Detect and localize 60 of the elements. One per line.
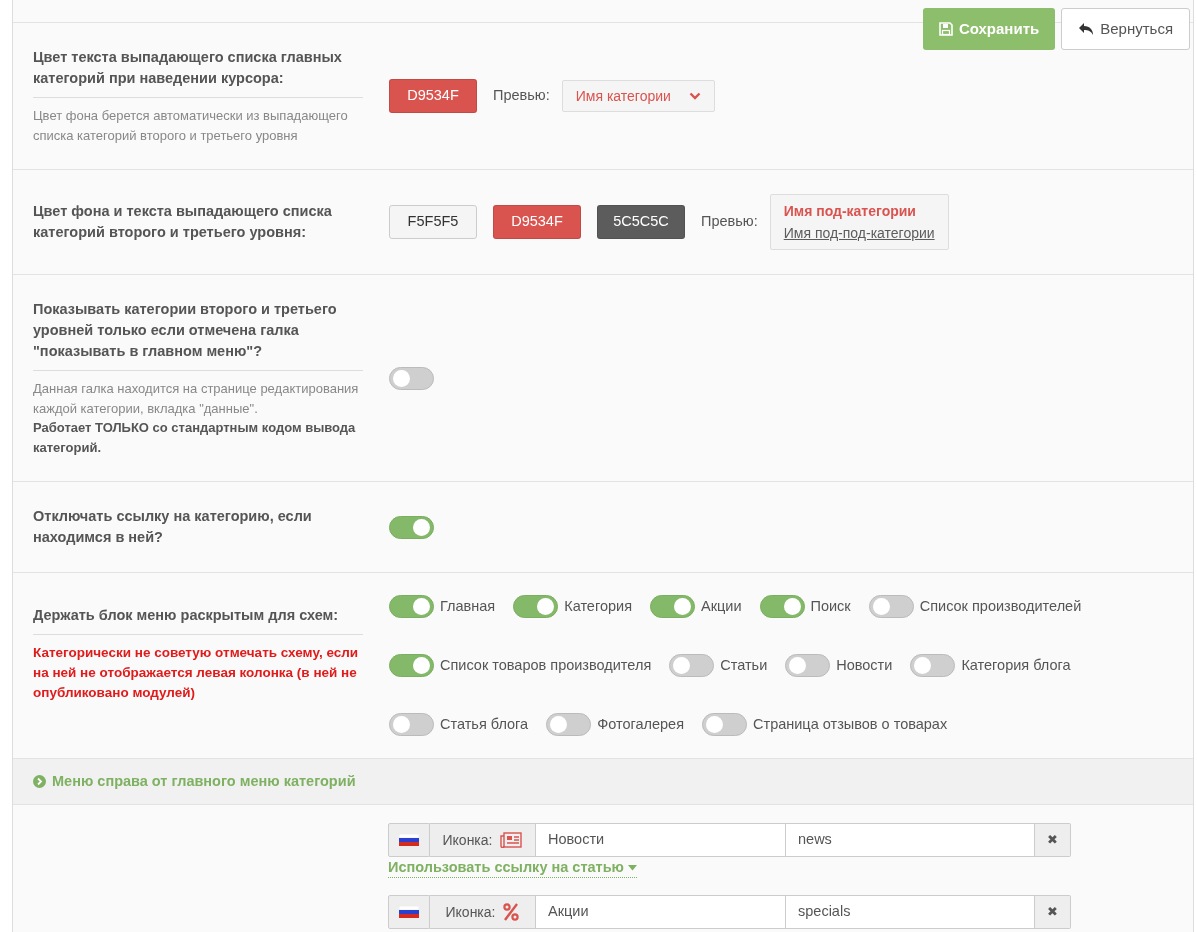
setting-label: Держать блок меню раскрытым для схем: [33, 606, 340, 625]
toggle-switch[interactable] [910, 654, 956, 677]
icon-label: Иконка: [442, 830, 493, 850]
preview-label: Превью: [493, 86, 550, 106]
toggle-switch[interactable] [868, 595, 914, 618]
title-input[interactable]: Новости [536, 823, 786, 857]
warning-text: Категорически не советую отмечать схему, если на ней не отображается левая колонка (в ней не опубликовано модулей) [33, 644, 360, 702]
toggle-switch[interactable] [389, 654, 434, 677]
section-title: Меню справа от главного меню категорий [52, 771, 356, 791]
remove-button[interactable]: ✖ [1035, 895, 1071, 929]
toggle-switch[interactable] [702, 713, 747, 736]
toggle-label: Новости [836, 656, 893, 675]
toggle-switch[interactable] [389, 713, 434, 736]
save-icon [938, 22, 953, 36]
toggle-label: Категория блога [961, 656, 1071, 675]
setting-label: Показывать категории второго и третьего уровней только если отмечена галка "показывать в главном меню"? [33, 300, 338, 361]
color-picker-button[interactable]: 5C5C5C [597, 205, 685, 239]
color-picker-button[interactable]: D9534F [493, 205, 581, 239]
chevron-down-icon [688, 92, 701, 100]
title-input[interactable]: Акции [536, 895, 786, 929]
flag-icon [399, 834, 419, 846]
back-button[interactable]: Вернуться [1061, 8, 1190, 50]
toggle-label: Список производителей [919, 597, 1082, 616]
sub-subcategory-link[interactable]: Имя под-под-категории [783, 223, 935, 243]
toggle-switch[interactable] [785, 654, 831, 677]
toggle-label: Список товаров производителя [440, 656, 652, 675]
toggle-switch[interactable] [389, 366, 434, 390]
flag-icon [399, 906, 419, 918]
toggle-label: Фотогалерея [597, 715, 684, 734]
setting-label: Отключать ссылку на категорию, если находимся в ней? [33, 507, 313, 547]
toggle-label: Страница отзывов о товарах [753, 715, 948, 734]
color-picker-button[interactable]: D9534F [389, 79, 477, 113]
toggle-switch[interactable] [513, 595, 559, 618]
toggle-switch[interactable] [389, 595, 434, 618]
toggle-label: Поиск [810, 597, 851, 616]
toggle-switch[interactable] [650, 595, 695, 618]
chevron-circle-icon [33, 775, 46, 788]
toggle-switch[interactable] [546, 713, 592, 736]
link-input[interactable]: news [786, 823, 1035, 857]
toggle-switch[interactable] [759, 595, 805, 618]
remove-button[interactable]: ✖ [1035, 823, 1071, 857]
preview-label: Превью: [701, 212, 758, 232]
setting-hint: Данная галка находится на странице редактирования каждой категории, вкладка "данные". Работает ТОЛЬКО со стандартным кодом вывода категорий. [33, 380, 360, 457]
setting-label: Цвет фона и текста выпадающего списка категорий второго и третьего уровня: [33, 202, 333, 242]
subcategory-name: Имя под-категории [783, 202, 917, 221]
color-picker-button[interactable]: F5F5F5 [389, 205, 477, 239]
setting-label: Цвет текста выпадающего списка главных категорий при наведении курсора: [33, 48, 343, 88]
link-input[interactable]: specials [786, 895, 1035, 929]
toggle-label: Категория [564, 597, 632, 616]
toggle-label: Статья блога [440, 715, 529, 734]
icon-label: Иконка: [445, 902, 496, 922]
reply-arrow-icon [1078, 22, 1095, 36]
caret-down-icon [627, 864, 637, 871]
toggle-label: Главная [440, 597, 496, 616]
toggle-switch[interactable] [389, 515, 434, 539]
category-name: Имя категории [575, 86, 671, 106]
toggle-label: Акции [701, 597, 742, 616]
toggle-switch[interactable] [669, 654, 715, 677]
toggle-label: Статьи [720, 656, 768, 675]
setting-hint: Цвет фона берется автоматически из выпадающего списка категорий второго и третьего уровня [33, 107, 349, 145]
